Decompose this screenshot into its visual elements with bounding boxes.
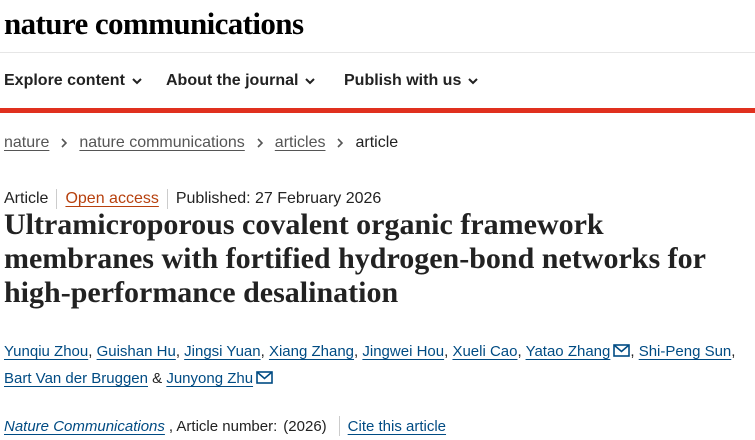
author-link[interactable]: Xiang Zhang bbox=[269, 343, 354, 360]
author-list: Yunqiu Zhou, Guishan Hu, Jingsi Yuan, Xi… bbox=[4, 343, 736, 387]
publication-year: (2026) bbox=[283, 417, 327, 435]
nav-label: About the journal bbox=[166, 72, 299, 89]
journal-logo[interactable]: nature communications bbox=[4, 4, 304, 44]
breadcrumb-nature-communications[interactable]: nature communications bbox=[79, 134, 244, 152]
author-link[interactable]: Jingwei Hou bbox=[362, 343, 444, 360]
mail-icon[interactable] bbox=[613, 344, 631, 357]
chevron-right-icon bbox=[61, 138, 68, 148]
nav-label: Publish with us bbox=[344, 72, 462, 89]
chevron-right-icon bbox=[337, 138, 344, 148]
chevron-down-icon bbox=[305, 78, 316, 85]
mail-icon[interactable] bbox=[256, 371, 273, 384]
cite-this-article-link[interactable]: Cite this article bbox=[348, 418, 446, 435]
author-link[interactable]: Bart Van der Bruggen bbox=[4, 370, 148, 387]
article-title: Ultramicroporous covalent organic framew… bbox=[4, 208, 706, 309]
breadcrumb-current: article bbox=[355, 134, 399, 151]
author-link[interactable]: Shi-Peng Sun bbox=[639, 343, 732, 360]
divider bbox=[338, 416, 340, 436]
author-link[interactable]: Yatao Zhang bbox=[526, 343, 611, 360]
breadcrumb: nature nature communications articles ar… bbox=[4, 134, 398, 152]
citation-row: Nature Communications , Article number: … bbox=[4, 416, 446, 436]
accent-bar bbox=[0, 108, 755, 113]
article-number-label: , Article number: bbox=[168, 417, 278, 435]
published-date: Published: 27 February 2026 bbox=[175, 190, 382, 207]
nav-explore-content[interactable]: Explore content bbox=[4, 72, 143, 90]
article-type: Article bbox=[4, 190, 49, 207]
nav-publish-with-us[interactable]: Publish with us bbox=[344, 72, 479, 90]
nav-label: Explore content bbox=[4, 72, 125, 89]
chevron-down-icon bbox=[468, 78, 479, 85]
author-link[interactable]: Xueli Cao bbox=[452, 343, 517, 360]
nav-about-journal[interactable]: About the journal bbox=[166, 72, 316, 90]
article-meta: Article Open access Published: 27 Februa… bbox=[4, 189, 381, 209]
chevron-right-icon bbox=[257, 138, 263, 148]
main-navigation: Explore content About the journal Publis… bbox=[0, 52, 755, 109]
journal-link[interactable]: Nature Communications bbox=[4, 418, 165, 435]
breadcrumb-nature[interactable]: nature bbox=[4, 134, 49, 152]
author-link[interactable]: Guishan Hu bbox=[97, 343, 176, 360]
divider bbox=[56, 189, 58, 209]
author-link[interactable]: Yunqiu Zhou bbox=[4, 343, 88, 360]
author-link[interactable]: Jingsi Yuan bbox=[184, 343, 260, 360]
chevron-down-icon bbox=[132, 78, 142, 85]
open-access-link[interactable]: Open access bbox=[65, 190, 158, 208]
author-link[interactable]: Junyong Zhu bbox=[166, 370, 253, 387]
divider bbox=[166, 189, 168, 209]
breadcrumb-articles[interactable]: articles bbox=[275, 134, 326, 152]
